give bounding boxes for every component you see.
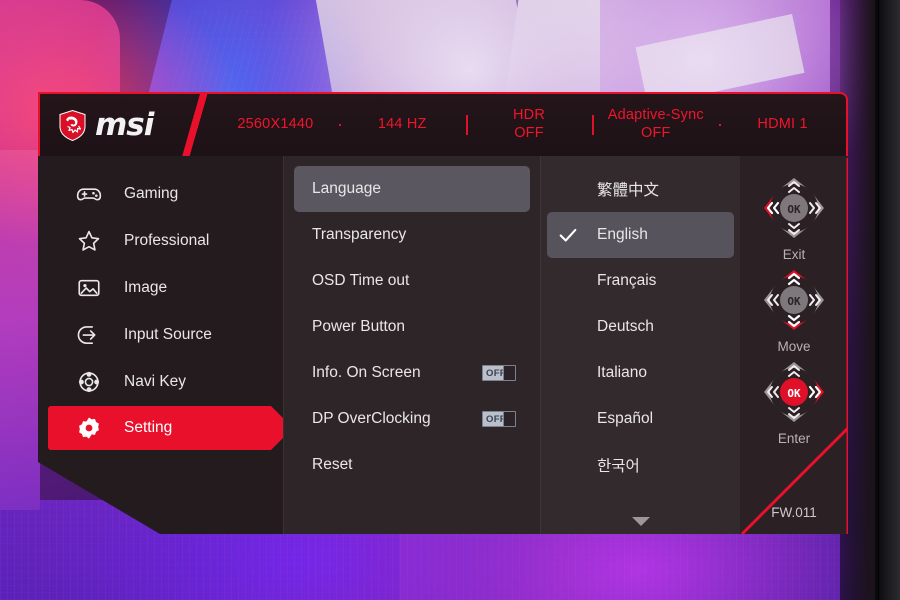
nav-hint-label: Enter	[777, 431, 811, 446]
status-hdr-value: OFF	[514, 125, 544, 141]
sidebar-item-setting[interactable]: Setting	[48, 406, 293, 450]
osd-body: Gaming Professional Image Input Source N…	[38, 156, 848, 534]
msi-dragon-shield-icon	[59, 109, 86, 141]
status-adaptive-sync-value: OFF	[640, 125, 671, 141]
osd-submenu: Language Transparency OSD Time out Power…	[283, 156, 540, 534]
brand-logo: msi	[40, 92, 214, 158]
submenu-item-label: Language	[312, 180, 381, 197]
dp-overclocking-toggle[interactable]: OFF	[482, 411, 516, 427]
submenu-item-info-on-screen[interactable]: Info. On Screen OFF	[294, 350, 530, 396]
nav-hint-label: Move	[777, 339, 811, 354]
header-red-slash	[172, 92, 214, 158]
status-hdr-label: HDR	[512, 107, 545, 124]
nav-hint-move: OK Move	[758, 264, 830, 354]
status-refresh-rate: 144 HZ	[338, 116, 466, 134]
firmware-version: FW.011	[771, 505, 817, 520]
sidebar-item-label: Image	[124, 279, 168, 296]
sidebar-item-input-source[interactable]: Input Source	[38, 312, 283, 358]
language-option-label: English	[597, 226, 648, 243]
navi-key-icon	[78, 371, 100, 393]
sidebar-item-professional[interactable]: Professional	[38, 218, 283, 264]
nav-hint-label: Exit	[782, 247, 806, 262]
nav-hint-exit: OK Exit	[758, 172, 830, 262]
svg-text:OK: OK	[787, 387, 801, 400]
submenu-item-dp-overclocking[interactable]: DP OverClocking OFF	[294, 396, 530, 442]
status-refresh-rate-value: 144 HZ	[377, 116, 427, 133]
language-option-label: Français	[597, 272, 657, 289]
sidebar-item-label: Setting	[124, 419, 173, 436]
language-option-label: Español	[597, 410, 654, 427]
submenu-item-transparency[interactable]: Transparency	[294, 212, 530, 258]
sidebar-item-label: Gaming	[124, 185, 179, 202]
bg-block	[0, 150, 40, 510]
language-option-label: Italiano	[597, 364, 647, 381]
svg-text:OK: OK	[787, 203, 801, 216]
submenu-item-reset[interactable]: Reset	[294, 442, 530, 488]
sidebar-item-image[interactable]: Image	[38, 265, 283, 311]
toggle-knob	[503, 412, 515, 426]
language-option-korean[interactable]: 한국어	[547, 442, 734, 488]
dpad-exit-icon: OK	[764, 178, 824, 238]
status-resolution-value: 2560X1440	[237, 116, 314, 133]
sidebar-item-label: Navi Key	[124, 373, 187, 390]
submenu-item-label: DP OverClocking	[312, 410, 431, 427]
toggle-knob	[503, 366, 515, 380]
submenu-item-power-button[interactable]: Power Button	[294, 304, 530, 350]
osd-header: msi 2560X1440 144 HZ HDR OFF Adaptive-Sy…	[38, 92, 848, 158]
status-resolution: 2560X1440	[212, 116, 339, 134]
submenu-item-osd-time-out[interactable]: OSD Time out	[294, 258, 530, 304]
gear-icon	[76, 415, 102, 441]
picture-icon	[78, 279, 100, 297]
input-arrow-icon	[77, 326, 96, 344]
submenu-item-language[interactable]: Language	[294, 166, 530, 212]
language-option-english[interactable]: English	[547, 212, 734, 258]
sidebar-item-navi-key[interactable]: Navi Key	[38, 359, 283, 405]
sidebar-item-gaming[interactable]: Gaming	[38, 171, 283, 217]
language-list: 繁體中文 English Français Deutsch Italiano E…	[540, 156, 740, 534]
language-option-traditional-chinese[interactable]: 繁體中文	[547, 166, 734, 212]
language-option-label: 繁體中文	[597, 182, 660, 199]
monitor-bezel	[878, 0, 900, 600]
language-option-deutsch[interactable]: Deutsch	[547, 304, 734, 350]
chevron-down-icon	[631, 517, 650, 526]
submenu-item-label: Reset	[312, 456, 353, 473]
sidebar-item-label: Input Source	[124, 326, 212, 343]
submenu-item-label: Power Button	[312, 318, 406, 335]
sidebar-item-label: Professional	[124, 232, 210, 249]
submenu-item-label: Transparency	[312, 226, 407, 243]
submenu-item-label: OSD Time out	[312, 272, 410, 289]
status-adaptive-sync: Adaptive-Sync OFF	[592, 107, 719, 142]
status-hdr: HDR OFF	[465, 107, 593, 142]
language-option-espanol[interactable]: Español	[547, 396, 734, 442]
status-adaptive-sync-label: Adaptive-Sync	[607, 107, 704, 124]
navigation-hint-panel: OK Exit OK Move OK Enter FW.011	[740, 156, 848, 534]
status-input-value: HDMI 1	[757, 116, 808, 133]
osd-menu: msi 2560X1440 144 HZ HDR OFF Adaptive-Sy…	[38, 92, 848, 534]
star-icon	[78, 230, 100, 251]
header-status-items: 2560X1440 144 HZ HDR OFF Adaptive-Sync O…	[212, 94, 846, 156]
gamepad-icon	[76, 188, 102, 201]
dpad-enter-icon: OK	[764, 362, 824, 422]
nav-hint-enter: OK Enter	[758, 356, 830, 446]
info-on-screen-toggle[interactable]: OFF	[482, 365, 516, 381]
language-option-italiano[interactable]: Italiano	[547, 350, 734, 396]
checkmark-icon	[559, 228, 577, 242]
language-option-label: Deutsch	[597, 318, 654, 335]
svg-text:OK: OK	[787, 295, 801, 308]
dpad-move-icon: OK	[764, 270, 824, 330]
language-list-scroll-down[interactable]	[541, 514, 740, 528]
language-option-label: 한국어	[597, 458, 640, 475]
language-option-francais[interactable]: Français	[547, 258, 734, 304]
status-input: HDMI 1	[719, 116, 846, 134]
msi-wordmark: msi	[95, 106, 154, 143]
osd-sidebar: Gaming Professional Image Input Source N…	[38, 156, 283, 534]
submenu-item-label: Info. On Screen	[312, 364, 421, 381]
